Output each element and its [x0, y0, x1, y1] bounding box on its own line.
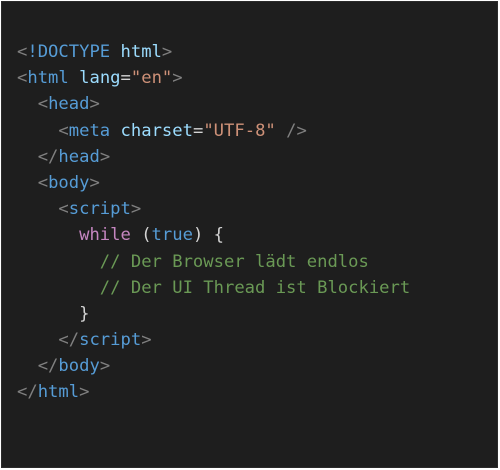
script-open-tag: script [68, 199, 131, 220]
comment-browser-loading: // Der Browser lädt endlos [99, 251, 369, 272]
code-line-7: <script> [58, 199, 142, 220]
code-line-13: </body> [37, 356, 111, 377]
code-line-14: </html> [17, 382, 90, 403]
code-line-9: // Der Browser lädt endlos [17, 249, 410, 275]
code-line-8: while (true) { [79, 225, 224, 246]
doctype-keyword: !DOCTYPE [27, 42, 111, 62]
code-block: <!DOCTYPE html> <html lang="en"> <head> <… [17, 39, 410, 406]
doctype-value: html [120, 42, 162, 62]
lang-attribute: lang [79, 68, 121, 89]
head-open-tag: head [48, 94, 90, 115]
code-line-1: <!DOCTYPE html> [17, 42, 173, 62]
code-line-11: } [17, 301, 410, 327]
true-keyword: true [151, 225, 193, 246]
html-open-tag: html [27, 68, 69, 89]
code-line-6: <body> [37, 172, 100, 193]
html-close-tag: html [37, 382, 80, 403]
code-line-10: // Der UI Thread ist Blockiert [17, 275, 410, 301]
code-editor: <!DOCTYPE html> <html lang="en"> <head> <… [1, 1, 498, 468]
head-close-tag: head [58, 146, 100, 167]
script-close-tag: script [79, 330, 142, 351]
while-keyword: while [79, 225, 131, 246]
code-line-12: </script> [58, 330, 152, 351]
charset-attribute: charset [120, 120, 193, 141]
code-line-4: <meta charset="UTF-8" /> [58, 120, 307, 141]
meta-tag: meta [68, 120, 111, 141]
code-line-5: </head> [37, 146, 111, 167]
comment-ui-thread-blocked: // Der UI Thread ist Blockiert [99, 277, 411, 298]
body-open-tag: body [48, 172, 90, 193]
closing-brace: } [79, 303, 90, 324]
lang-value: "en" [130, 68, 173, 89]
charset-value: "UTF-8" [203, 120, 276, 141]
code-line-2: <html lang="en"> [17, 68, 183, 89]
body-close-tag: body [58, 356, 100, 377]
code-line-3: <head> [37, 94, 100, 115]
